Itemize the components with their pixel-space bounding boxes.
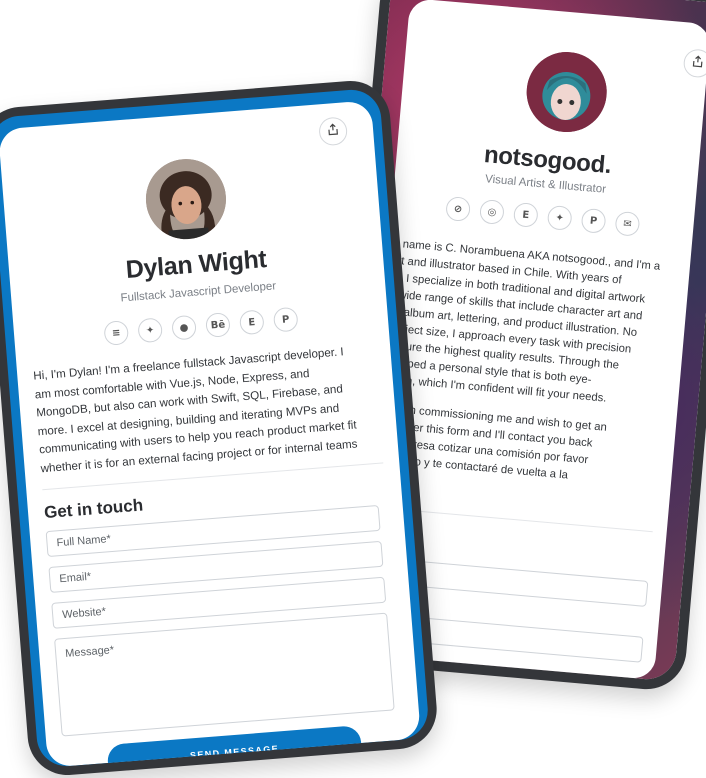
share-button[interactable] (682, 48, 706, 79)
link-icon[interactable]: ⊘ (445, 196, 472, 223)
instagram-icon[interactable]: ◎ (478, 198, 505, 225)
behance-icon[interactable]: Bē (205, 312, 231, 338)
twitter-icon[interactable]: ✦ (546, 204, 573, 231)
phone-screen-front: Dylan Wight Fullstack Javascript Develop… (0, 87, 430, 769)
contact-heading: Get in touch (43, 495, 144, 523)
message-field[interactable]: Message* (54, 612, 395, 737)
etsy-icon[interactable]: E (512, 201, 539, 228)
profile-card-front: Dylan Wight Fullstack Javascript Develop… (0, 100, 422, 769)
email-icon[interactable]: ✉ (614, 210, 641, 237)
profile-bio: Hi, I'm Dylan! I'm a freelance fullstack… (33, 341, 381, 478)
reddit-icon[interactable]: ● (171, 314, 197, 341)
avatar (523, 48, 611, 136)
avatar (142, 156, 229, 243)
profile-bio: name is C. Norambuena AKA notsogood., an… (383, 236, 702, 494)
share-button[interactable] (318, 116, 349, 147)
etsy-icon[interactable]: E (238, 309, 265, 336)
paypal-icon[interactable]: P (580, 207, 607, 234)
phone-mockup-front: Dylan Wight Fullstack Javascript Develop… (0, 77, 440, 778)
share-icon (326, 122, 339, 141)
paypal-icon[interactable]: P (272, 306, 299, 333)
twitter-icon[interactable]: ✦ (137, 317, 164, 344)
stackoverflow-icon[interactable]: ≡ (103, 320, 130, 346)
send-message-button[interactable]: SEND MESSAGE (106, 725, 363, 769)
share-icon (691, 54, 705, 73)
